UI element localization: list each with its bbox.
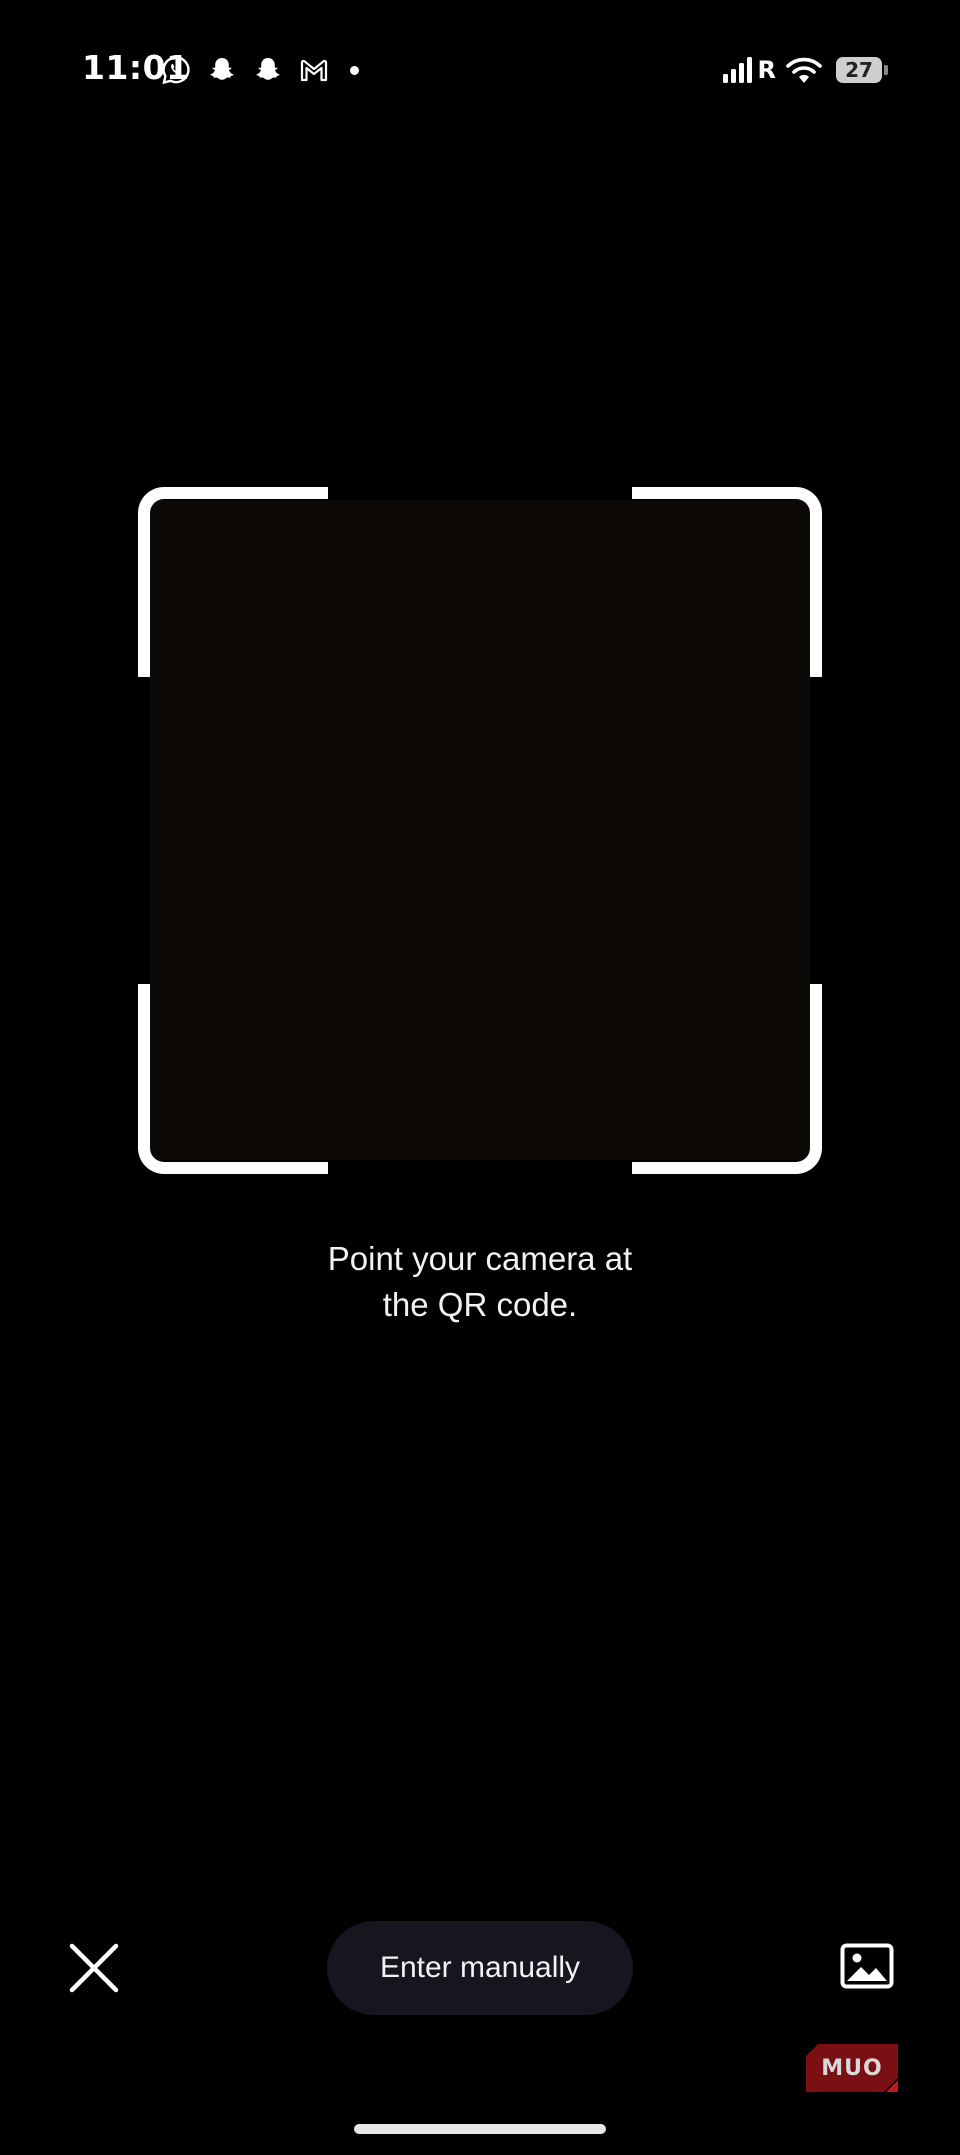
close-button[interactable] (66, 1940, 122, 1996)
qr-scanner-screen: 11:01 R 27 Point your camera at the QR c… (0, 0, 960, 2155)
scan-frame-corner-top-right (632, 487, 822, 677)
snapchat-icon (210, 58, 234, 80)
system-icons: R 27 (722, 52, 888, 88)
signal-icon (722, 57, 752, 83)
scan-frame-corner-top-left (138, 487, 328, 677)
muo-watermark: MUO (806, 2044, 898, 2092)
scan-instruction-line-1: Point your camera at (327, 1240, 633, 1277)
watermark-text: MUO (821, 2055, 883, 2081)
more-notifications-dot (350, 65, 359, 75)
gallery-icon (840, 1943, 894, 1989)
whatsapp-icon (162, 56, 190, 85)
enter-manually-label: Enter manually (379, 1951, 581, 1984)
battery-icon: 27 (836, 57, 888, 83)
scan-instruction-line-2: the QR code. (382, 1286, 578, 1323)
wifi-icon (786, 57, 822, 83)
scan-instruction: Point your camera at the QR code. (180, 1236, 780, 1328)
enter-manually-button[interactable]: Enter manually (327, 1921, 633, 2015)
notification-icons (160, 52, 359, 88)
gmail-icon (300, 59, 328, 82)
scan-frame-corner-bottom-right (632, 984, 822, 1174)
battery-level: 27 (845, 58, 873, 82)
status-bar: 11:01 R 27 (0, 0, 960, 140)
close-icon (69, 1943, 119, 1993)
roaming-indicator: R (757, 56, 776, 84)
home-indicator[interactable] (354, 2124, 606, 2134)
scan-frame-corner-bottom-left (138, 984, 328, 1174)
gallery-button[interactable] (840, 1943, 894, 1989)
snapchat-icon (256, 58, 280, 80)
